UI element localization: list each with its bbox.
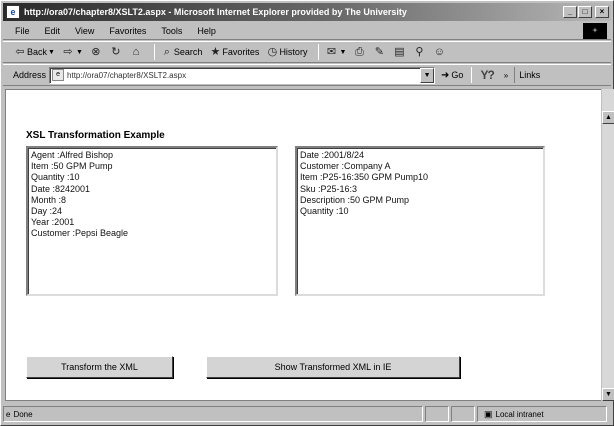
related-button[interactable]: ⚲	[412, 45, 426, 59]
title-bar: e http://ora07/chapter8/XSLT2.aspx - Mic…	[3, 3, 611, 21]
status-cell	[425, 406, 449, 422]
mail-button[interactable]: ✉ ▼	[324, 45, 347, 59]
page-done-icon: e	[6, 409, 11, 419]
back-label: Back	[27, 47, 48, 57]
favorites-icon: ★	[210, 46, 221, 58]
go-arrow-icon: ➜	[441, 69, 450, 81]
menu-bar: File Edit View Favorites Tools Help ✦	[3, 22, 611, 40]
forward-dropdown-icon[interactable]: ▼	[76, 49, 83, 56]
list-item: Customer :Pepsi Beagle	[31, 228, 129, 239]
list-item: Quantity :10	[300, 206, 349, 217]
links-button[interactable]: Links	[514, 67, 540, 83]
maximize-button[interactable]: □	[578, 6, 592, 18]
list-item: Date :8242001	[31, 183, 91, 194]
minimize-button[interactable]: _	[563, 6, 577, 18]
menu-view[interactable]: View	[67, 26, 101, 36]
list-item: Item :50 GPM Pump	[31, 161, 113, 172]
list-item: Sku :P25-16:3	[300, 183, 358, 194]
forward-arrow-icon: ⇨	[63, 46, 73, 58]
list-item: Month :8	[31, 194, 67, 205]
history-icon: ◷	[267, 46, 278, 58]
ie-window-icon[interactable]: e	[6, 5, 20, 19]
discuss-icon: ▤	[394, 46, 405, 58]
scroll-down-icon[interactable]: ▼	[602, 388, 614, 401]
related-icon: ⚲	[415, 46, 424, 58]
vertical-scrollbar[interactable]: ▲ ▼	[601, 89, 614, 401]
ie-throbber-logo-icon: ✦	[583, 23, 607, 39]
history-button[interactable]: ◷ History	[265, 45, 308, 59]
list-item: Customer :Company A	[300, 161, 391, 172]
list-item: Day :24	[31, 206, 63, 217]
status-panel: e Done	[3, 406, 423, 422]
back-button[interactable]: ⇦ Back ▼	[13, 45, 55, 59]
print-button[interactable]: ⎙	[352, 45, 366, 59]
menu-favorites[interactable]: Favorites	[101, 26, 153, 36]
history-label: History	[279, 47, 308, 57]
refresh-icon: ↻	[111, 46, 121, 58]
show-transformed-xml-button[interactable]: Show Transformed XML in IE	[206, 356, 460, 378]
search-button[interactable]: ⌕ Search	[160, 45, 203, 59]
security-zone-panel: ▣ Local intranet	[477, 406, 607, 422]
address-dropdown-icon[interactable]: ▼	[420, 67, 435, 83]
messenger-button[interactable]: ☺	[432, 45, 446, 59]
address-separator	[471, 67, 473, 83]
standard-toolbar: ⇦ Back ▼ ⇨ ▼ ⊗ ↻ ⌂ ⌕ Search ★ Favorites …	[3, 41, 611, 63]
list-item: Year :2001	[31, 217, 75, 228]
list-item: Item :P25-16:350 GPM Pump10	[300, 172, 429, 183]
discuss-button[interactable]: ▤	[392, 45, 406, 59]
address-url[interactable]: http://ora07/chapter8/XSLT2.aspx	[67, 71, 420, 80]
menu-help[interactable]: Help	[189, 26, 223, 36]
home-icon: ⌂	[132, 46, 140, 58]
address-label: Address	[13, 70, 47, 80]
list-item: Description :50 GPM Pump	[300, 194, 410, 205]
window-title: http://ora07/chapter8/XSLT2.aspx - Micro…	[24, 7, 407, 17]
stop-button[interactable]: ⊗	[89, 45, 103, 59]
page-icon: e	[52, 69, 65, 81]
back-dropdown-icon[interactable]: ▼	[48, 49, 55, 56]
scroll-up-icon[interactable]: ▲	[602, 111, 614, 124]
address-bar: Address e http://ora07/chapter8/XSLT2.as…	[3, 64, 611, 86]
status-bar: e Done ▣ Local intranet	[3, 404, 611, 424]
mail-icon: ✉	[326, 46, 337, 58]
brand-logo-icon[interactable]: Y?	[480, 68, 494, 82]
transform-xml-button[interactable]: Transform the XML	[26, 356, 173, 378]
window-controls: _ □ ×	[562, 6, 609, 18]
stop-icon: ⊗	[91, 46, 101, 58]
status-text: Done	[13, 409, 33, 419]
edit-icon: ✎	[374, 46, 384, 58]
search-icon: ⌕	[163, 46, 170, 58]
menu-file[interactable]: File	[3, 26, 37, 36]
home-button[interactable]: ⌂	[129, 45, 143, 59]
page-content: XSL Transformation Example Agent :Alfred…	[5, 89, 603, 401]
browser-window: e http://ora07/chapter8/XSLT2.aspx - Mic…	[0, 0, 614, 426]
go-button[interactable]: ➜ Go	[441, 70, 463, 81]
menu-edit[interactable]: Edit	[37, 26, 68, 36]
transformed-xml-textarea[interactable]: Date :2001/8/24 Customer :Company A Item…	[295, 146, 545, 296]
source-xml-textarea[interactable]: Agent :Alfred Bishop Item :50 GPM Pump Q…	[26, 146, 278, 296]
toolbar-separator	[153, 44, 155, 60]
chevron-more-icon[interactable]: »	[504, 71, 508, 80]
status-cell	[451, 406, 475, 422]
messenger-icon: ☺	[433, 46, 445, 58]
mail-dropdown-icon[interactable]: ▼	[339, 49, 346, 56]
close-button[interactable]: ×	[595, 6, 609, 18]
page-title: XSL Transformation Example	[26, 130, 165, 141]
address-input[interactable]: e http://ora07/chapter8/XSLT2.aspx ▼	[49, 66, 436, 84]
refresh-button[interactable]: ↻	[109, 45, 123, 59]
list-item: Quantity :10	[31, 172, 80, 183]
forward-button[interactable]: ⇨ ▼	[61, 45, 83, 59]
intranet-zone-icon: ▣	[484, 408, 493, 419]
toolbar-separator	[318, 44, 320, 60]
list-item: Date :2001/8/24	[300, 150, 365, 160]
zone-text: Local intranet	[495, 409, 544, 419]
back-arrow-icon: ⇦	[15, 46, 25, 58]
go-label: Go	[451, 70, 464, 80]
edit-button[interactable]: ✎	[372, 45, 386, 59]
list-item: Agent :Alfred Bishop	[31, 150, 114, 160]
favorites-button[interactable]: ★ Favorites	[208, 45, 259, 59]
print-icon: ⎙	[354, 46, 364, 58]
search-label: Search	[173, 47, 203, 57]
favorites-label: Favorites	[222, 47, 260, 57]
menu-tools[interactable]: Tools	[153, 26, 189, 36]
